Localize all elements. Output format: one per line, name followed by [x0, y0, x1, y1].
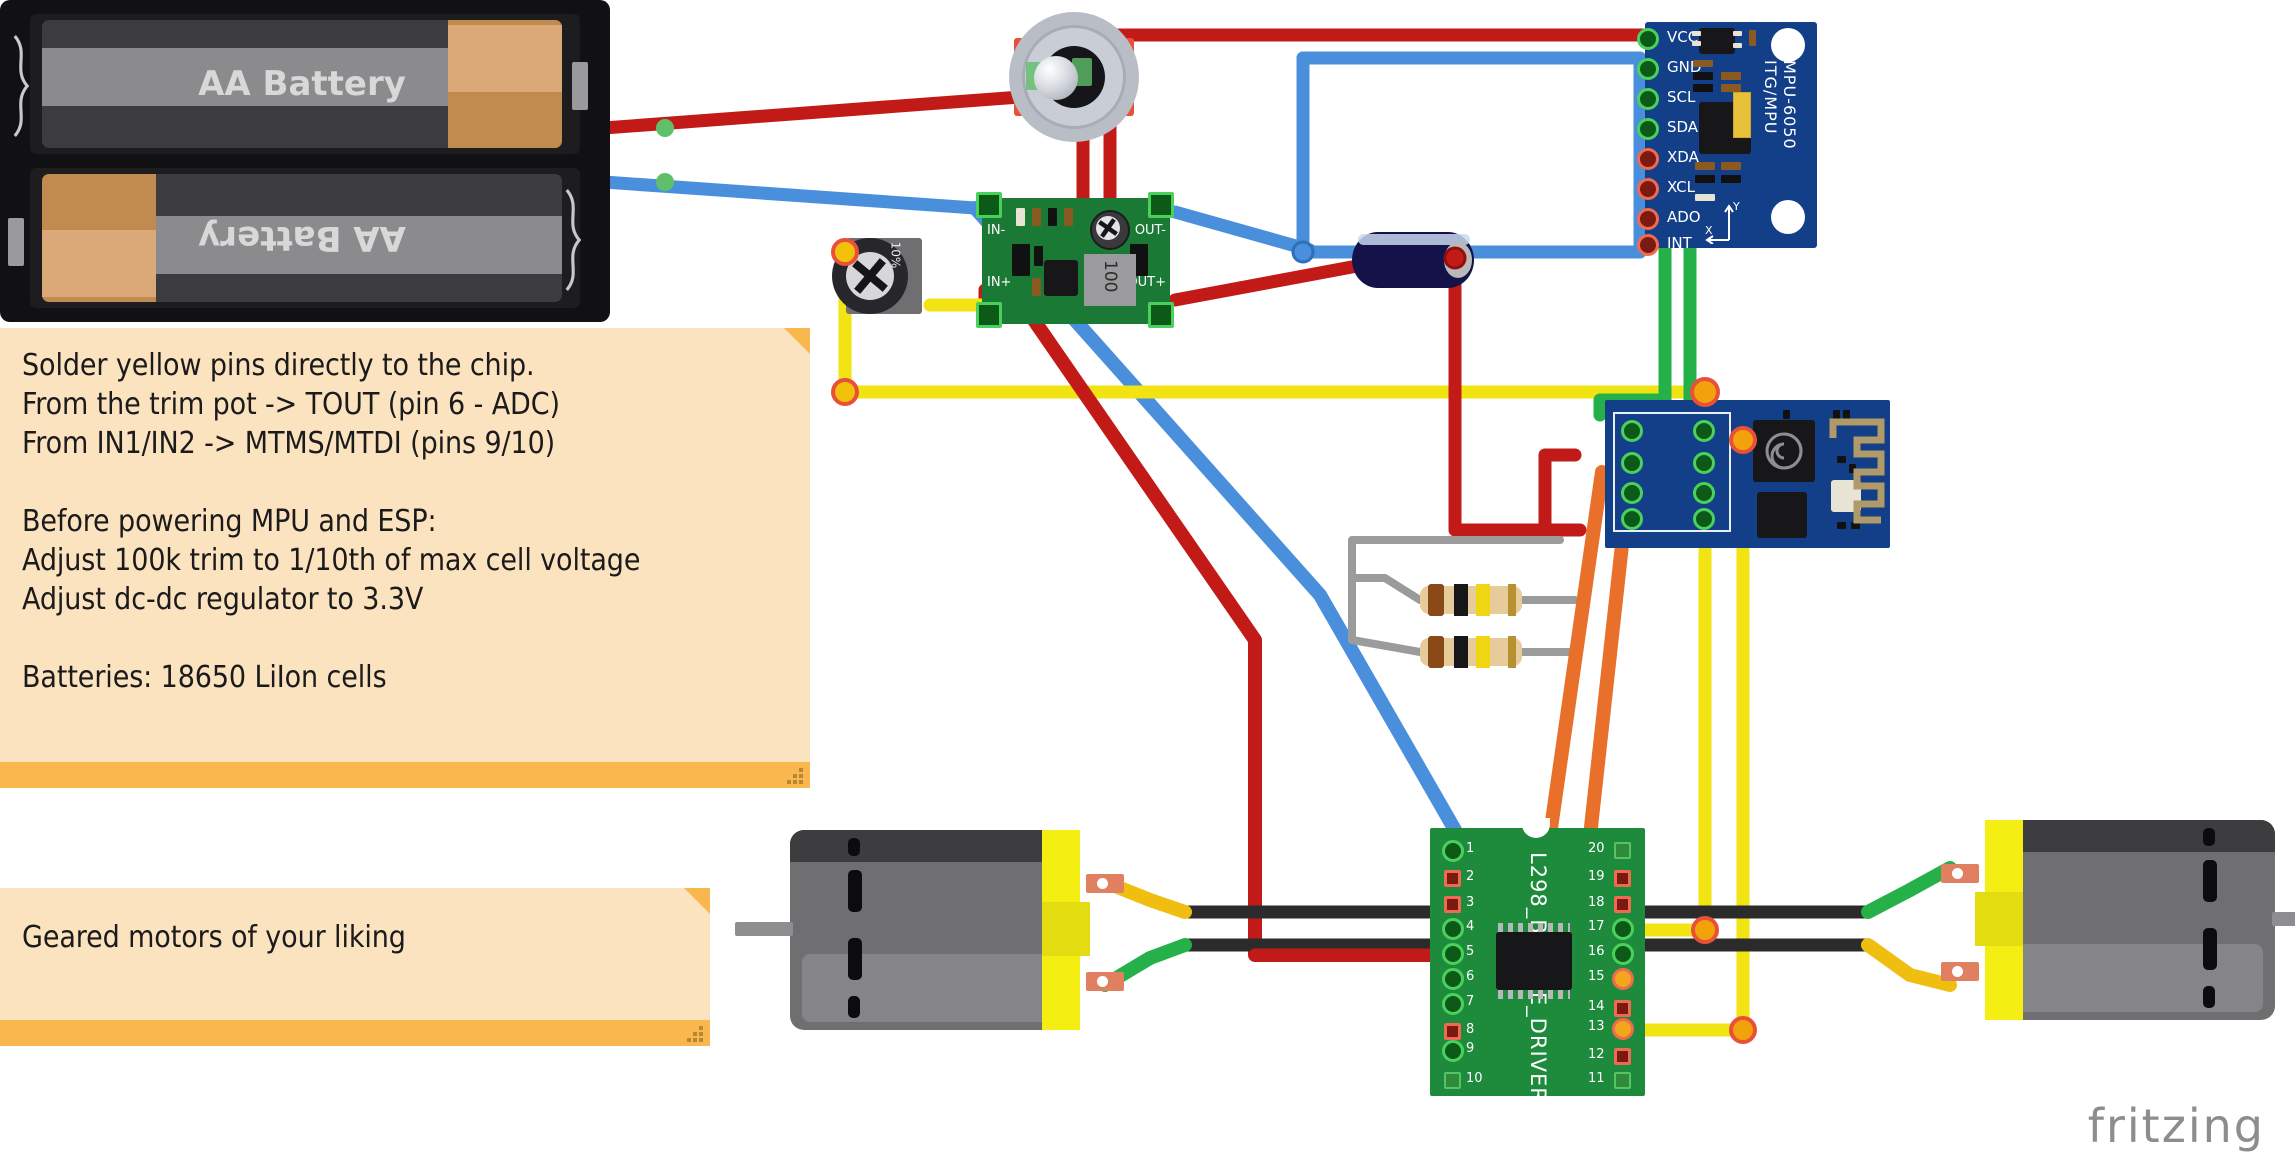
wire-endpoint-layer — [656, 119, 1757, 1044]
bendpoint-pot-yellow[interactable] — [831, 238, 859, 266]
bendpoint-yellow-esp2[interactable] — [1729, 426, 1757, 454]
bendpoint-yellow-l298-13[interactable] — [1729, 1016, 1757, 1044]
bendpoint-red-right[interactable] — [1443, 246, 1467, 270]
fritzing-canvas: AA Battery AA Battery Solder yellow pins… — [0, 0, 2295, 1167]
bendpoint-yellow-esp[interactable] — [1690, 377, 1720, 407]
fritzing-watermark: fritzing — [2087, 1099, 2265, 1153]
bendpoint-yellow-l298-15[interactable] — [1691, 916, 1719, 944]
bendpoint-yellow-rail-left[interactable] — [831, 378, 859, 406]
bendpoint-blue-rail[interactable] — [1291, 240, 1315, 264]
wire-end-batt-pos[interactable] — [656, 119, 674, 137]
wire-end-batt-neg[interactable] — [656, 173, 674, 191]
